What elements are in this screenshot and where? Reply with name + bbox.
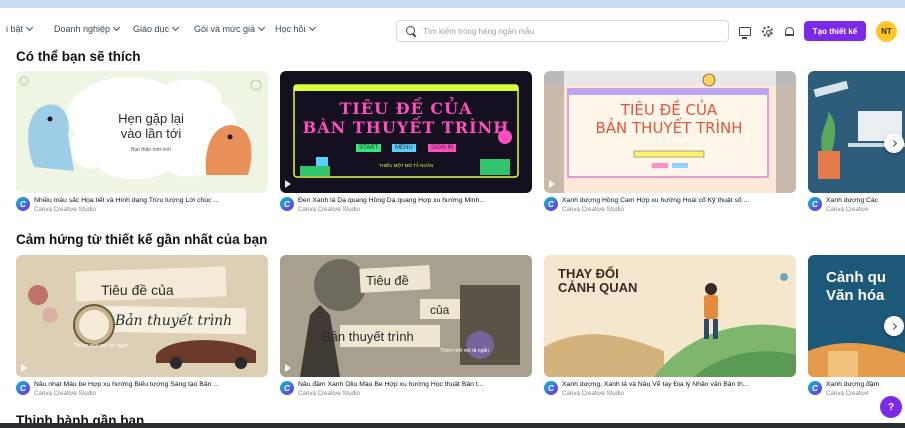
nav-item-education[interactable]: Giáo dục (133, 23, 180, 34)
bell-icon[interactable] (782, 24, 796, 38)
help-button[interactable]: ? (880, 396, 902, 418)
play-icon (285, 180, 291, 188)
card-caption: C Xanh dương Hồng Cam Hợp xu hướng Hoài … (544, 197, 806, 219)
create-design-button[interactable]: Tạo thiết kế (804, 21, 866, 41)
card-art-title: Tiêu đề (366, 273, 409, 288)
card-art-title: Bản thuyết trình (115, 313, 233, 329)
card-art-title: của (430, 303, 450, 317)
taskbar-strip (0, 423, 905, 428)
carousel-next-button[interactable] (884, 133, 904, 153)
nav-item-featured[interactable]: i bật (6, 23, 34, 34)
card-art-title: TIÊU ĐỀ CỦA BÀN THUYẾT TRÌNH (302, 99, 510, 137)
template-card-thumbnail[interactable]: Tiêu đề của Bản thuyết trình Thêm một mô… (16, 255, 268, 377)
card-art-title: Bản thuyết trình (322, 329, 414, 344)
chevron-down-icon (171, 23, 180, 32)
template-card-thumbnail[interactable]: Tiêu đề của Bản thuyết trình Thêm một mô… (280, 255, 532, 377)
chevron-right-icon (889, 322, 897, 330)
carousel-next-button[interactable] (884, 316, 904, 336)
canva-logo-icon: C (808, 381, 822, 395)
canva-logo-icon: C (544, 381, 558, 395)
card-caption: C Xanh dương, Xanh lá và Nâu Vẽ tay Địa … (544, 381, 806, 403)
card-caption: C Nâu đậm Xanh Ôliu Màu Be Hợp xu hướng … (280, 381, 542, 403)
canva-logo-icon: C (280, 381, 294, 395)
section-title-recommended: Có thể bạn sẽ thích (16, 49, 141, 64)
template-card-thumbnail[interactable] (808, 71, 905, 193)
template-illustration (813, 80, 905, 179)
chevron-down-icon (258, 23, 266, 32)
canva-logo-icon: C (16, 381, 30, 395)
card-art-button: START (356, 144, 382, 152)
template-card-thumbnail[interactable]: TIÊU ĐỀ CỦA BẢN THUYẾT TRÌNH (544, 71, 796, 193)
card-art-title: Cảnh qu Văn hóa (826, 269, 886, 304)
monitor-icon[interactable] (738, 24, 752, 39)
card-caption: C Nâu nhạt Màu be Hợp xu hướng Biểu tượn… (16, 381, 278, 403)
search-icon (406, 26, 416, 36)
card-art-title: Hẹn gặp lại vào lần tới (118, 111, 184, 141)
chevron-down-icon (25, 23, 34, 32)
card-art-button: MENU (392, 144, 416, 152)
card-caption: C Nhiều màu sắc Họa tiết và Hình dạng Tr… (16, 197, 278, 219)
play-icon (21, 364, 27, 372)
chevron-down-icon (113, 23, 121, 32)
play-icon (285, 364, 291, 372)
card-art-title: Tiêu đề của (101, 282, 174, 298)
canva-logo-icon: C (808, 197, 822, 211)
card-caption: C Đen Xanh lá Dạ quang Hồng Dạ quang Hợp… (280, 197, 542, 219)
card-art-subtitle: Thêm một mô tả ngắn (74, 343, 128, 349)
card-art-subtitle: Bạn thân mới mới (131, 147, 171, 153)
card-caption: C Xanh dương Các Canva Creative (808, 197, 905, 219)
canva-logo-icon: C (16, 197, 30, 211)
gear-icon[interactable] (760, 24, 774, 38)
template-card-thumbnail[interactable]: THAY ĐỔI CẢNH QUAN (544, 255, 796, 377)
template-card-thumbnail[interactable]: TIÊU ĐỀ CỦA BÀN THUYẾT TRÌNH START MENU … (280, 71, 532, 193)
canva-logo-icon: C (280, 197, 294, 211)
card-art-title: TIÊU ĐỀ CỦA BẢN THUYẾT TRÌNH (595, 101, 743, 137)
template-card-thumbnail[interactable]: Hẹn gặp lại vào lần tới Bạn thân mới mới (16, 71, 268, 193)
nav-item-pricing[interactable]: Gói và mức giá (194, 23, 266, 34)
chevron-down-icon (308, 23, 316, 32)
search-input[interactable] (423, 26, 723, 36)
section-title-inspired: Cảm hứng từ thiết kế gần nhất của bạn (16, 232, 268, 247)
play-icon (549, 180, 555, 188)
avatar[interactable]: NT (876, 21, 897, 42)
top-accent-bar (0, 0, 905, 8)
card-art-title: THAY ĐỔI CẢNH QUAN (558, 266, 638, 295)
nav-item-business[interactable]: Doanh nghiệp (54, 23, 121, 34)
canva-logo-icon: C (544, 197, 558, 211)
card-art-subtitle: THIẾU MỘT MÔ TẢ NGẮN (378, 163, 434, 168)
search-bar[interactable] (396, 20, 729, 42)
chevron-right-icon (889, 139, 897, 147)
card-art-subtitle: Thêm một mô tả ngắn (440, 348, 489, 354)
nav-item-learn[interactable]: Học hỏi (275, 23, 316, 34)
card-art-button: SIGN IN (428, 144, 457, 152)
